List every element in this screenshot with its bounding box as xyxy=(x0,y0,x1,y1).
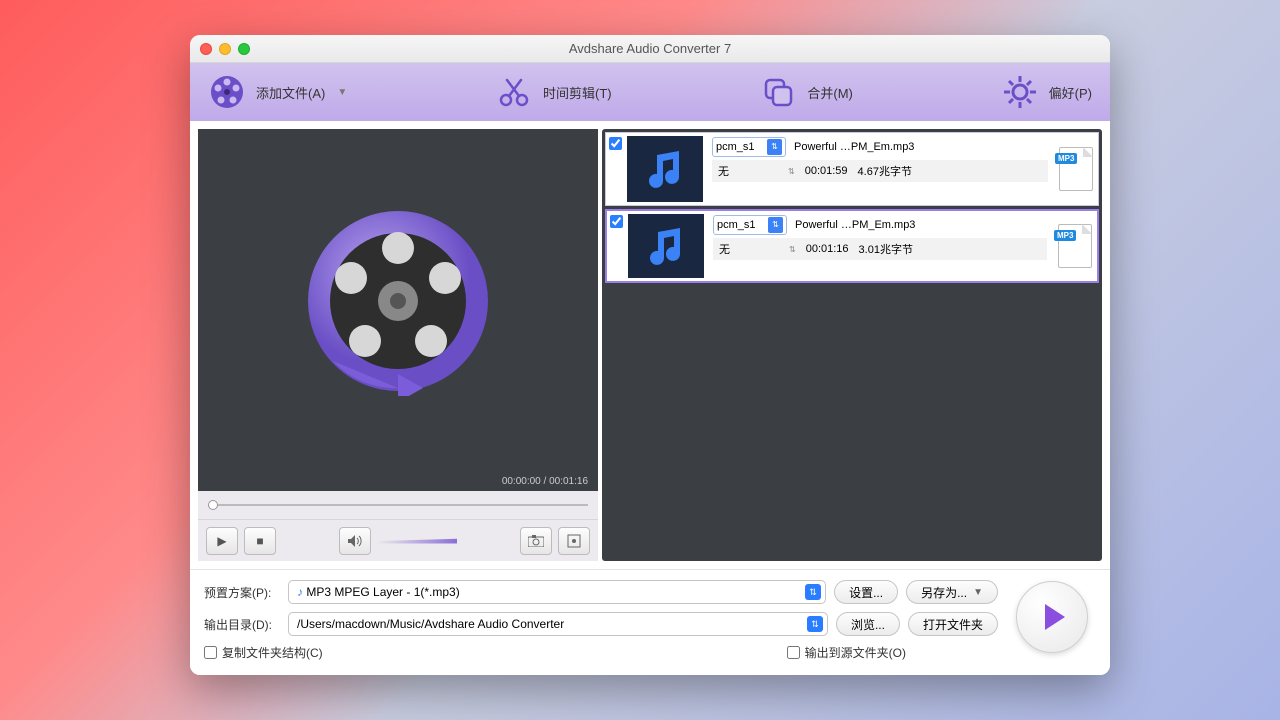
preferences-button[interactable]: 偏好(P) xyxy=(1001,73,1092,111)
output-dir-select[interactable]: /Users/macdown/Music/Avdshare Audio Conv… xyxy=(288,612,828,636)
save-as-button[interactable]: 另存为...▼ xyxy=(906,580,998,604)
volume-slider[interactable] xyxy=(377,538,457,544)
player-controls: ▶ ■ xyxy=(198,519,598,561)
stepper-arrows-icon: ⇅ xyxy=(767,139,782,155)
file-checkbox[interactable] xyxy=(610,215,623,228)
dropdown-arrows-icon: ⇅ xyxy=(805,584,821,600)
file-thumbnail xyxy=(628,214,704,278)
merge-button[interactable]: 合并(M) xyxy=(759,73,853,111)
copy-folder-structure-checkbox[interactable]: 复制文件夹结构(C) xyxy=(204,644,323,661)
preview-canvas xyxy=(198,129,598,472)
merge-icon xyxy=(759,73,797,111)
snapshot-button[interactable] xyxy=(520,527,552,555)
stop-button[interactable]: ■ xyxy=(244,527,276,555)
fullscreen-button[interactable] xyxy=(558,527,590,555)
chevron-down-icon: ▼ xyxy=(973,587,983,598)
music-note-icon: ♪ xyxy=(297,585,303,599)
dropdown-arrows-icon: ⇅ xyxy=(807,616,823,632)
file-thumbnail xyxy=(627,136,703,202)
effect-value[interactable]: 无 xyxy=(719,241,779,257)
output-to-source-checkbox[interactable]: 输出到源文件夹(O) xyxy=(787,644,906,661)
seek-bar[interactable] xyxy=(198,491,598,519)
app-logo-icon xyxy=(303,206,493,396)
preset-value: MP3 MPEG Layer - 1(*.mp3) xyxy=(306,585,459,599)
format-badge: MP3 xyxy=(1053,211,1097,281)
chevron-down-icon: ▼ xyxy=(337,87,347,98)
window-title: Avdshare Audio Converter 7 xyxy=(190,41,1110,56)
preferences-label: 偏好(P) xyxy=(1049,83,1092,102)
preview-panel: 00:00:00 / 00:01:16 ▶ ■ xyxy=(198,129,598,561)
file-item[interactable]: pcm_s1 ⇅ Powerful …PM_Em.mp3 无 ⇅ 00:01:5… xyxy=(605,132,1099,206)
play-button[interactable]: ▶ xyxy=(206,527,238,555)
add-file-label: 添加文件(A) xyxy=(256,83,325,102)
convert-button[interactable] xyxy=(1016,581,1088,653)
gear-icon xyxy=(1001,73,1039,111)
bottom-panel: 预置方案(P): ♪ MP3 MPEG Layer - 1(*.mp3) ⇅ 设… xyxy=(190,569,1110,675)
file-list[interactable]: pcm_s1 ⇅ Powerful …PM_Em.mp3 无 ⇅ 00:01:5… xyxy=(602,129,1102,561)
scissors-icon xyxy=(495,73,533,111)
settings-button[interactable]: 设置... xyxy=(834,580,898,604)
effect-value[interactable]: 无 xyxy=(718,163,778,179)
preset-label: 预置方案(P): xyxy=(204,584,280,601)
trim-button[interactable]: 时间剪辑(T) xyxy=(495,73,612,111)
seek-knob[interactable] xyxy=(208,500,218,510)
merge-label: 合并(M) xyxy=(807,83,853,102)
add-file-button[interactable]: 添加文件(A) ▼ xyxy=(208,73,347,111)
content-area: 00:00:00 / 00:01:16 ▶ ■ xyxy=(190,121,1110,569)
toolbar: 添加文件(A) ▼ 时间剪辑(T) 合并(M) 偏好(P) xyxy=(190,63,1110,121)
codec-value: pcm_s1 xyxy=(717,219,756,231)
stepper-arrows-icon: ⇅ xyxy=(788,167,795,176)
preset-select[interactable]: ♪ MP3 MPEG Layer - 1(*.mp3) ⇅ xyxy=(288,580,826,604)
open-folder-button[interactable]: 打开文件夹 xyxy=(908,612,998,636)
file-size: 3.01兆字节 xyxy=(859,241,913,257)
browse-button[interactable]: 浏览... xyxy=(836,612,900,636)
film-reel-icon xyxy=(208,73,246,111)
time-readout: 00:00:00 / 00:01:16 xyxy=(198,472,598,491)
trim-label: 时间剪辑(T) xyxy=(543,83,612,102)
file-duration: 00:01:16 xyxy=(806,243,849,255)
file-item[interactable]: pcm_s1 ⇅ Powerful …PM_Em.mp3 无 ⇅ 00:01:1… xyxy=(605,209,1099,283)
file-name: Powerful …PM_Em.mp3 xyxy=(795,219,915,231)
codec-select[interactable]: pcm_s1 ⇅ xyxy=(712,137,786,157)
mute-button[interactable] xyxy=(339,527,371,555)
app-window: Avdshare Audio Converter 7 添加文件(A) ▼ 时间剪… xyxy=(190,35,1110,675)
file-size: 4.67兆字节 xyxy=(858,163,912,179)
play-triangle-icon xyxy=(1045,604,1065,630)
file-duration: 00:01:59 xyxy=(805,165,848,177)
codec-value: pcm_s1 xyxy=(716,141,755,153)
file-name: Powerful …PM_Em.mp3 xyxy=(794,141,914,153)
codec-select[interactable]: pcm_s1 ⇅ xyxy=(713,215,787,235)
stepper-arrows-icon: ⇅ xyxy=(768,217,783,233)
output-dir-value: /Users/macdown/Music/Avdshare Audio Conv… xyxy=(297,617,564,631)
stepper-arrows-icon: ⇅ xyxy=(789,245,796,254)
file-checkbox[interactable] xyxy=(609,137,622,150)
format-badge: MP3 xyxy=(1054,133,1098,205)
output-dir-label: 输出目录(D): xyxy=(204,616,280,633)
titlebar: Avdshare Audio Converter 7 xyxy=(190,35,1110,63)
